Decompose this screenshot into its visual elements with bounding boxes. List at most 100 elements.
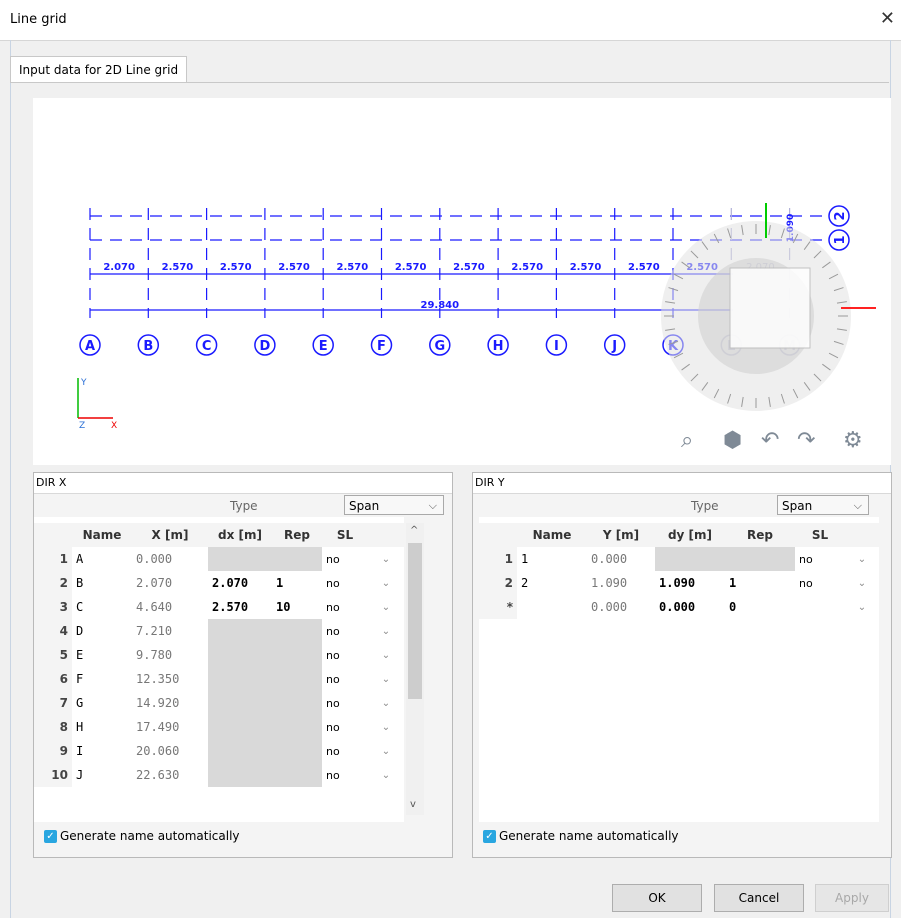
table-row[interactable]: 4 D 7.210 no ⌄ <box>34 619 404 643</box>
table-row[interactable]: 5 E 9.780 no ⌄ <box>34 643 404 667</box>
name-cell[interactable]: D <box>72 619 132 643</box>
col-name-header[interactable]: Name <box>72 523 132 547</box>
chevron-down-icon[interactable]: ⌄ <box>845 547 879 571</box>
rep-cell[interactable] <box>272 643 322 667</box>
preview-viewport[interactable]: ABCDEFGHIJKLM2.0702.5702.5702.5702.5702.… <box>33 98 891 465</box>
chevron-down-icon[interactable]: ⌄ <box>368 667 404 691</box>
rep-cell[interactable]: 1 <box>725 571 795 595</box>
dx-cell[interactable]: 2.070 <box>208 571 272 595</box>
sl-cell[interactable]: no <box>322 715 368 739</box>
tab-input-data[interactable]: Input data for 2D Line grid <box>10 56 188 83</box>
name-cell[interactable]: H <box>72 715 132 739</box>
rep-cell[interactable] <box>272 715 322 739</box>
table-row[interactable]: 1 1 0.000 no ⌄ <box>479 547 879 571</box>
col-dy-header[interactable]: dy [m] <box>655 523 725 547</box>
table-row[interactable]: 1 A 0.000 no ⌄ <box>34 547 404 571</box>
chevron-down-icon[interactable]: ⌄ <box>368 595 404 619</box>
sl-cell[interactable]: no <box>322 547 368 571</box>
sl-cell[interactable]: no <box>322 595 368 619</box>
3d-view-icon[interactable]: ⬢ <box>723 428 742 453</box>
col-name-header[interactable]: Name <box>517 523 587 547</box>
chevron-down-icon[interactable]: ⌄ <box>368 739 404 763</box>
table-row[interactable]: 2 B 2.070 2.070 1 no ⌄ <box>34 571 404 595</box>
name-cell[interactable] <box>517 595 587 619</box>
chevron-down-icon[interactable]: ⌄ <box>368 691 404 715</box>
name-cell[interactable]: E <box>72 643 132 667</box>
dx-cell[interactable] <box>208 763 272 787</box>
close-icon[interactable]: ✕ <box>880 8 895 29</box>
dx-cell[interactable] <box>208 619 272 643</box>
dx-cell[interactable] <box>208 667 272 691</box>
col-x-header[interactable]: X [m] <box>132 523 208 547</box>
ok-button[interactable]: OK <box>612 884 702 912</box>
sl-cell[interactable]: no <box>322 739 368 763</box>
rep-cell[interactable]: 0 <box>725 595 795 619</box>
name-cell[interactable]: A <box>72 547 132 571</box>
rep-cell[interactable]: 10 <box>272 595 322 619</box>
dy-cell[interactable] <box>655 547 725 571</box>
dir-y-type-select[interactable]: Span ⌵ <box>777 495 869 515</box>
table-row[interactable]: 7 G 14.920 no ⌄ <box>34 691 404 715</box>
table-row[interactable]: 6 F 12.350 no ⌄ <box>34 667 404 691</box>
sl-cell[interactable]: no <box>322 643 368 667</box>
name-cell[interactable]: C <box>72 595 132 619</box>
chevron-down-icon[interactable]: ⌄ <box>845 595 879 619</box>
chevron-down-icon[interactable]: ⌄ <box>368 715 404 739</box>
undo-view-icon[interactable]: ↶ <box>761 428 779 453</box>
rep-cell[interactable] <box>272 619 322 643</box>
table-row[interactable]: 3 C 4.640 2.570 10 no ⌄ <box>34 595 404 619</box>
name-cell[interactable]: 2 <box>517 571 587 595</box>
dir-x-generate-name-check[interactable]: ✓ Generate name automatically <box>44 829 240 843</box>
dir-x-scrollbar[interactable]: ^ v <box>406 523 424 815</box>
col-y-header[interactable]: Y [m] <box>587 523 655 547</box>
chevron-down-icon[interactable]: ⌄ <box>368 571 404 595</box>
scroll-thumb[interactable] <box>408 543 422 699</box>
sl-cell[interactable]: no <box>322 763 368 787</box>
dx-cell[interactable] <box>208 547 272 571</box>
name-cell[interactable]: I <box>72 739 132 763</box>
apply-button[interactable]: Apply <box>815 884 889 912</box>
table-row[interactable]: 9 I 20.060 no ⌄ <box>34 739 404 763</box>
scroll-down-icon[interactable]: v <box>410 799 416 810</box>
dir-y-generate-name-check[interactable]: ✓ Generate name automatically <box>483 829 679 843</box>
name-cell[interactable]: 1 <box>517 547 587 571</box>
col-rep-header[interactable]: Rep <box>272 523 322 547</box>
dy-cell[interactable]: 1.090 <box>655 571 725 595</box>
rep-cell[interactable] <box>725 547 795 571</box>
sl-cell[interactable]: no <box>322 667 368 691</box>
sl-cell[interactable]: no <box>795 571 845 595</box>
dx-cell[interactable] <box>208 715 272 739</box>
rep-cell[interactable] <box>272 763 322 787</box>
dx-cell[interactable] <box>208 739 272 763</box>
scroll-up-icon[interactable]: ^ <box>410 525 418 536</box>
sl-cell[interactable]: no <box>322 691 368 715</box>
table-row[interactable]: * 0.000 0.000 0 ⌄ <box>479 595 879 619</box>
rep-cell[interactable]: 1 <box>272 571 322 595</box>
name-cell[interactable]: G <box>72 691 132 715</box>
table-row[interactable]: 8 H 17.490 no ⌄ <box>34 715 404 739</box>
settings-gear-icon[interactable]: ⚙ <box>843 428 863 453</box>
sl-cell[interactable]: no <box>795 547 845 571</box>
col-rep-header[interactable]: Rep <box>725 523 795 547</box>
name-cell[interactable]: J <box>72 763 132 787</box>
dx-cell[interactable] <box>208 691 272 715</box>
dir-x-type-select[interactable]: Span ⌵ <box>344 495 444 515</box>
cancel-button[interactable]: Cancel <box>714 884 804 912</box>
sl-cell[interactable] <box>795 595 845 619</box>
dy-cell[interactable]: 0.000 <box>655 595 725 619</box>
chevron-down-icon[interactable]: ⌄ <box>368 547 404 571</box>
zoom-all-icon[interactable]: ⌕ <box>681 428 693 453</box>
rep-cell[interactable] <box>272 691 322 715</box>
dx-cell[interactable]: 2.570 <box>208 595 272 619</box>
sl-cell[interactable]: no <box>322 571 368 595</box>
chevron-down-icon[interactable]: ⌄ <box>368 763 404 787</box>
dx-cell[interactable] <box>208 643 272 667</box>
chevron-down-icon[interactable]: ⌄ <box>368 643 404 667</box>
checkbox-checked-icon[interactable]: ✓ <box>44 829 57 843</box>
table-row[interactable]: 2 2 1.090 1.090 1 no ⌄ <box>479 571 879 595</box>
checkbox-checked-icon[interactable]: ✓ <box>483 829 496 843</box>
rep-cell[interactable] <box>272 667 322 691</box>
col-sl-header[interactable]: SL <box>322 523 368 547</box>
chevron-down-icon[interactable]: ⌄ <box>845 571 879 595</box>
redo-view-icon[interactable]: ↷ <box>797 428 815 453</box>
